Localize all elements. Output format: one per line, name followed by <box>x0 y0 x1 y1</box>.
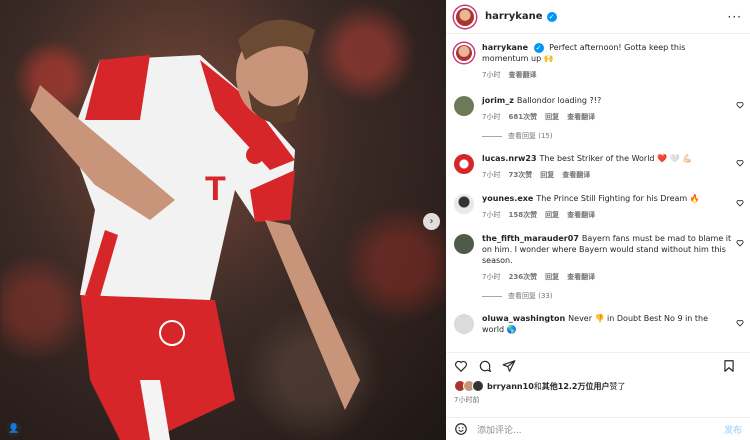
comment-time: 7小时 <box>482 171 501 179</box>
comment-input[interactable]: 添加评论... <box>477 423 724 436</box>
post-header: harrykane ✓ ··· <box>446 0 750 34</box>
more-icon[interactable]: ··· <box>728 10 742 24</box>
post-photo: T › 👤 <box>0 0 446 440</box>
next-image-button[interactable]: › <box>423 213 440 230</box>
avatar[interactable] <box>454 5 476 28</box>
header-username[interactable]: harrykane <box>485 11 543 22</box>
comment-likes[interactable]: 681次赞 <box>508 112 537 123</box>
heart-icon[interactable] <box>736 319 744 327</box>
avatar <box>472 380 484 392</box>
likes-others[interactable]: 其他12.2万位用户 <box>542 382 610 391</box>
comment-meta: 7小时 73次赞 回复 查看翻译 <box>482 170 732 181</box>
view-replies[interactable]: 查看回复 (33) <box>482 291 750 301</box>
view-replies[interactable]: 查看回复 (15) <box>482 131 750 141</box>
comment-translate-link[interactable]: 查看翻译 <box>567 272 595 283</box>
likes-connector: 和 <box>533 381 542 391</box>
heart-icon[interactable] <box>736 101 744 109</box>
avatar[interactable] <box>454 314 474 334</box>
comment-meta: 7小时 158次赞 回复 查看翻译 <box>482 210 732 221</box>
add-comment-bar: 添加评论... 发布 <box>446 417 750 440</box>
comment-reply-link[interactable]: 回复 <box>545 210 559 221</box>
comment-item: lucas.nrw23 The best Striker of the World… <box>454 153 750 181</box>
post-actions <box>446 352 750 378</box>
avatar[interactable] <box>454 194 474 214</box>
comment-username[interactable]: oluwa_washington <box>482 314 565 323</box>
chevron-right-icon: › <box>429 216 434 227</box>
comment-likes[interactable]: 236次赞 <box>508 272 537 283</box>
comment-reply-link[interactable]: 回复 <box>545 272 559 283</box>
post-comment-button[interactable]: 发布 <box>724 423 742 436</box>
avatar[interactable] <box>454 96 474 116</box>
heart-icon[interactable] <box>736 159 744 167</box>
player-illustration: T <box>30 19 360 440</box>
caption-username[interactable]: harrykane <box>482 43 528 52</box>
comment-icon[interactable] <box>478 359 492 373</box>
avatar[interactable] <box>454 154 474 174</box>
likes-summary: brryann10和其他12.2万位用户赞了 <box>454 380 626 392</box>
comment-item: younes.exe The Prince Still Fighting for … <box>454 193 750 221</box>
comment-time: 7小时 <box>482 273 501 281</box>
view-replies-label[interactable]: 查看回复 (33) <box>508 291 553 301</box>
caption-time: 7小时 <box>482 71 501 79</box>
comment-username[interactable]: jorim_z <box>482 96 514 105</box>
likes-text: brryann10和其他12.2万位用户赞了 <box>487 381 626 392</box>
bookmark-icon[interactable] <box>722 359 736 373</box>
share-icon[interactable] <box>502 359 516 373</box>
comments-list: harrykane ✓ Perfect afternoon! Gotta kee… <box>446 36 750 348</box>
comment-text: The best Striker of the World ❤️ 🤍 💪🏻 <box>539 154 693 163</box>
heart-icon[interactable] <box>736 239 744 247</box>
emoji-icon[interactable] <box>454 422 468 436</box>
comment-meta: 7小时 681次赞 回复 查看翻译 <box>482 112 732 123</box>
post-details-panel: harrykane ✓ ··· harrykane ✓ Perfect afte… <box>446 0 750 440</box>
comment-text: The Prince Still Fighting for his Dream … <box>536 194 700 203</box>
comment-time: 7小时 <box>482 211 501 219</box>
comment-item: jorim_z Ballondor loading ?!? 7小时 681次赞 回… <box>454 95 750 123</box>
svg-text:T: T <box>205 170 226 208</box>
comment-username[interactable]: younes.exe <box>482 194 533 203</box>
comment-translate-link[interactable]: 查看翻译 <box>562 170 590 181</box>
comment-item: the_fifth_marauder07 Bayern fans must be … <box>454 233 750 283</box>
avatar[interactable] <box>454 43 474 63</box>
comment-text: Ballondor loading ?!? <box>516 96 602 105</box>
comment-username[interactable]: lucas.nrw23 <box>482 154 537 163</box>
comment-reply-link[interactable]: 回复 <box>545 112 559 123</box>
comment-meta: 7小时 236次赞 回复 查看翻译 <box>482 272 732 283</box>
heart-icon[interactable] <box>736 199 744 207</box>
comment-item: oluwa_washington Never 👎 in Doubt Best No… <box>454 313 750 335</box>
likes-user[interactable]: brryann10 <box>487 382 534 391</box>
likes-end: 赞了 <box>609 381 626 391</box>
comment-reply-link[interactable]: 回复 <box>540 170 554 181</box>
avatar[interactable] <box>454 234 474 254</box>
caption-translate-link[interactable]: 查看翻译 <box>508 70 536 81</box>
comment-time: 7小时 <box>482 113 501 121</box>
verified-badge-icon: ✓ <box>533 42 544 53</box>
view-replies-label[interactable]: 查看回复 (15) <box>508 131 553 141</box>
post-time[interactable]: 7小时前 <box>454 395 479 405</box>
comment-likes[interactable]: 158次赞 <box>508 210 537 221</box>
comment-translate-link[interactable]: 查看翻译 <box>567 210 595 221</box>
comment-likes[interactable]: 73次赞 <box>508 170 532 181</box>
comment-translate-link[interactable]: 查看翻译 <box>567 112 595 123</box>
caption: harrykane ✓ Perfect afternoon! Gotta kee… <box>454 42 750 81</box>
heart-icon[interactable] <box>454 359 468 373</box>
user-tag-icon[interactable]: 👤 <box>6 421 22 437</box>
caption-meta: 7小时 查看翻译 <box>482 70 732 81</box>
comment-username[interactable]: the_fifth_marauder07 <box>482 234 579 243</box>
verified-badge-icon: ✓ <box>546 11 557 22</box>
